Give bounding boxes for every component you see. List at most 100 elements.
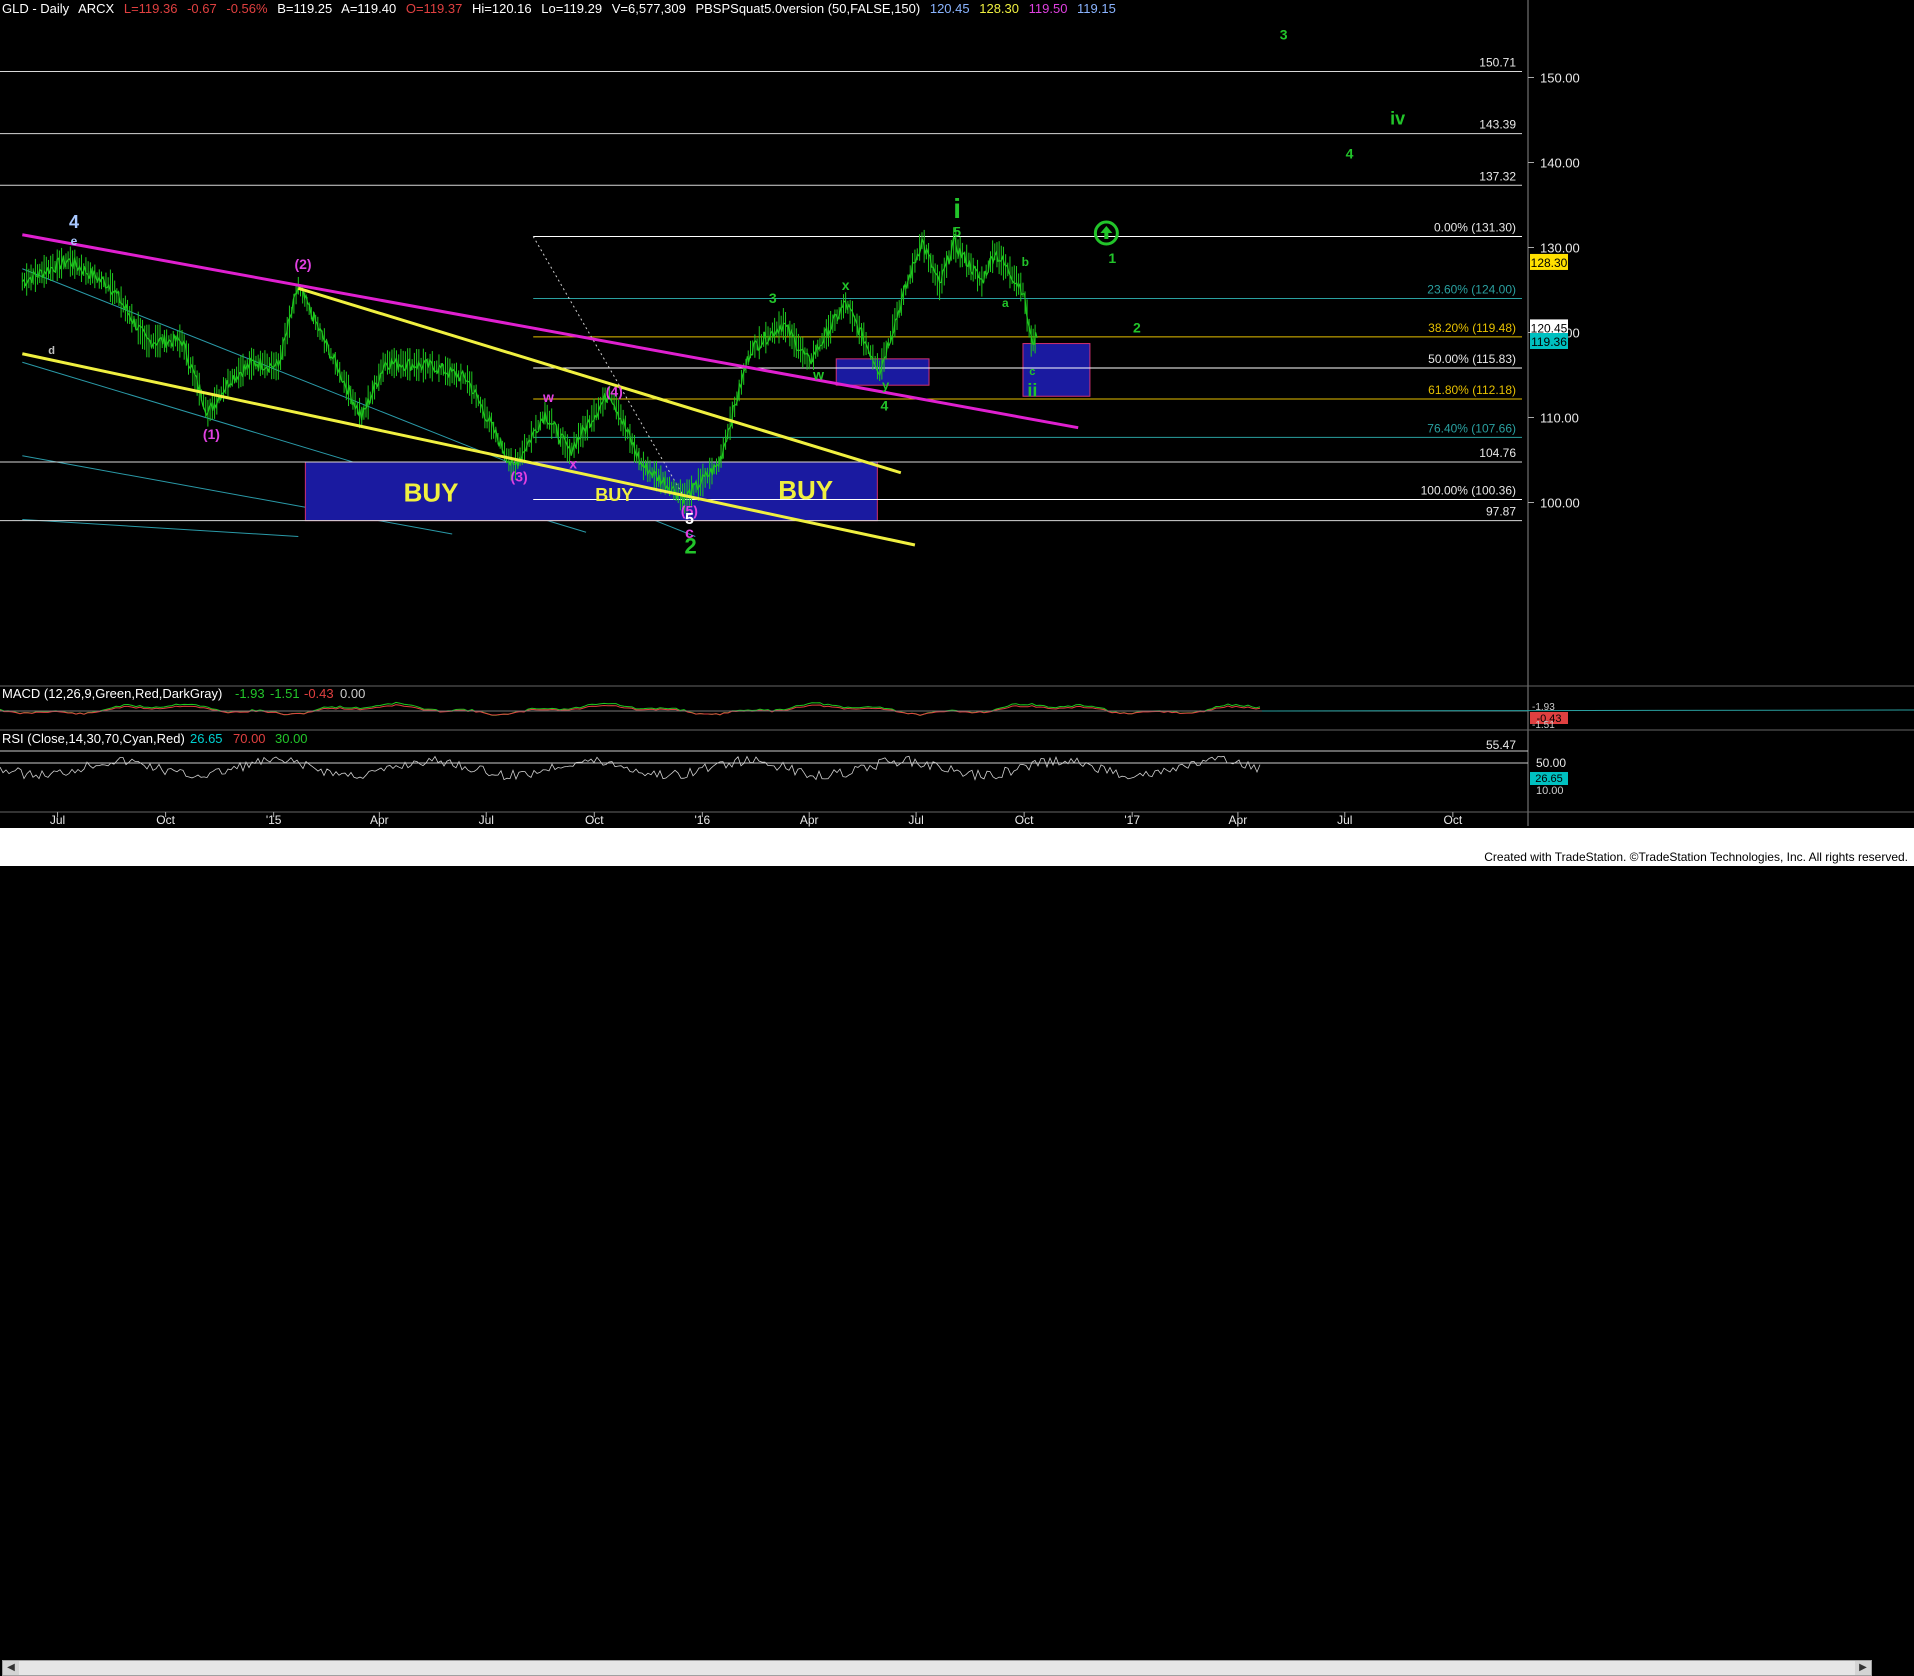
indicator-name: PBSPSquat5.0version (50,FALSE,150) (695, 1, 921, 16)
credit-text: Created with TradeStation. ©TradeStation… (1484, 850, 1908, 864)
x-tick-label: Apr (800, 813, 819, 827)
wave-label: c (1029, 366, 1035, 378)
wave-label: (1) (203, 426, 220, 442)
x-tick-label: Jul (1337, 813, 1352, 827)
scroll-right-icon[interactable]: ▶ (1855, 1661, 1871, 1675)
fib-level-label: 76.40% (107.66) (1427, 421, 1516, 435)
rsi-axis-label: 50.00 (1536, 756, 1566, 770)
rsi-line (0, 755, 1261, 781)
chart-header: GLD - Daily ARCX L=119.36 -0.67 -0.56% B… (2, 1, 1122, 16)
y-tick-label: 140.00 (1540, 156, 1580, 171)
indicator-value-2: 128.30 (979, 1, 1019, 16)
wave-label: 4 (1346, 145, 1354, 161)
exchange-label: ARCX (78, 1, 115, 16)
wave-label: d (48, 345, 55, 357)
last-price: L=119.36 (123, 1, 178, 16)
level-label: 104.76 (1479, 446, 1516, 460)
buy-label: BUY (404, 478, 459, 508)
wave-label: e (71, 234, 78, 248)
x-tick-label: Jul (479, 813, 494, 827)
price-change: -0.67 (187, 1, 217, 16)
x-tick-label: Oct (1443, 813, 1462, 827)
y-tick-label: 150.00 (1540, 71, 1580, 86)
wave-label: x (842, 277, 850, 293)
x-tick-label: '15 (266, 813, 282, 827)
level-label: 137.32 (1479, 169, 1516, 183)
x-tick-label: '17 (1124, 813, 1140, 827)
y-tick-label: 110.00 (1540, 411, 1579, 426)
indicator-value-4: 119.15 (1077, 1, 1116, 16)
wave-label: w (542, 389, 554, 405)
chart-window: 150.71 143.39 137.32 104.76 97.87 0.00% (131.… (0, 0, 1914, 1676)
volume: V=6,577,309 (611, 1, 686, 16)
high-price: Hi=120.16 (471, 1, 532, 16)
rsi-level-label: 55.47 (1486, 738, 1516, 752)
wave-label: 2 (1133, 320, 1141, 336)
up-arrow-glyph (1100, 226, 1113, 240)
macd-trend-line (1261, 709, 1914, 712)
macd-value-4: 0.00 (340, 686, 365, 701)
x-tick-label: Oct (585, 813, 604, 827)
x-tick-label: Oct (1015, 813, 1034, 827)
macd-value-3: -0.43 (304, 686, 334, 701)
wave-label: 4 (880, 398, 888, 414)
wave-label: (4) (606, 383, 623, 399)
macd-label: MACD (12,26,9,Green,Red,DarkGray) (2, 686, 222, 701)
fib-level-label: 100.00% (100.36) (1421, 483, 1516, 497)
indicator-value-3: 119.50 (1028, 1, 1068, 16)
status-bar: ◀ ▶ Created with TradeStation. ©TradeSta… (0, 828, 1914, 1676)
wave-label: 4 (69, 212, 79, 232)
x-tick-label: Oct (156, 813, 175, 827)
buy-label: BUY (778, 475, 833, 505)
bid-price: B=119.25 (277, 1, 333, 16)
x-tick-label: Apr (1229, 813, 1248, 827)
yellow-upper-line (297, 286, 902, 475)
wave-label: w (812, 366, 824, 382)
up-arrow-icon (1093, 220, 1119, 246)
macd-axis-label-2: -1.51 (1532, 720, 1555, 731)
rsi-label: RSI (Close,14,30,70,Cyan,Red) (2, 731, 185, 746)
fib-level-label: 23.60% (124.00) (1427, 283, 1516, 297)
macd-axis-label-1: -1.93 (1532, 702, 1555, 713)
y-tick-label: 130.00 (1540, 241, 1580, 256)
fib-level-label: 61.80% (112.18) (1428, 383, 1516, 397)
rsi-upper-band: 70.00 (233, 731, 266, 746)
wave-label: b (1022, 255, 1029, 269)
price-tag-label: 119.36 (1531, 335, 1567, 349)
ask-price: A=119.40 (341, 1, 397, 16)
wave-label: (2) (294, 256, 311, 272)
x-tick-label: Jul (908, 813, 923, 827)
level-label: 97.87 (1486, 505, 1516, 519)
wave-label: 5 (953, 223, 961, 239)
fib-level-label: 50.00% (115.83) (1428, 352, 1516, 366)
fib-level-label: 0.00% (131.30) (1434, 220, 1516, 234)
x-tick-label: Jul (50, 813, 65, 827)
wave-label: 3 (1280, 26, 1288, 42)
macd-value-1: -1.93 (235, 686, 265, 701)
price-chart: 150.71 143.39 137.32 104.76 97.87 0.00% (131.… (0, 0, 1914, 827)
wave-label: iv (1390, 108, 1405, 128)
scroll-left-icon[interactable]: ◀ (3, 1661, 19, 1675)
indicator-value-1: 120.45 (929, 1, 970, 16)
level-label: 150.71 (1479, 55, 1516, 69)
x-tick-label: '16 (695, 813, 711, 827)
open-price: O=119.37 (405, 1, 463, 16)
wave-label: 1 (1108, 250, 1116, 266)
wave-label: i (953, 193, 961, 224)
wave-label: x (569, 456, 577, 472)
horizontal-scrollbar[interactable]: ◀ ▶ (2, 1660, 1872, 1676)
rsi-axis-low-label: 10.00 (1536, 785, 1564, 797)
fib-level-label: 38.20% (119.48) (1428, 321, 1516, 335)
wave-label: ii (1027, 380, 1037, 400)
price-tag-label: 128.30 (1531, 256, 1568, 270)
level-label: 143.39 (1479, 118, 1516, 132)
channel-line (22, 519, 299, 537)
price-change-pct: -0.56% (226, 1, 268, 16)
y-tick-label: 100.00 (1540, 496, 1580, 511)
wave-label: y (882, 377, 890, 392)
buy-label: BUY (595, 485, 633, 505)
symbol-label: GLD - Daily (2, 1, 70, 16)
rsi-lower-band: 30.00 (275, 731, 308, 746)
rsi-tag-label: 26.65 (1535, 773, 1563, 785)
macd-value-2: -1.51 (270, 686, 300, 701)
